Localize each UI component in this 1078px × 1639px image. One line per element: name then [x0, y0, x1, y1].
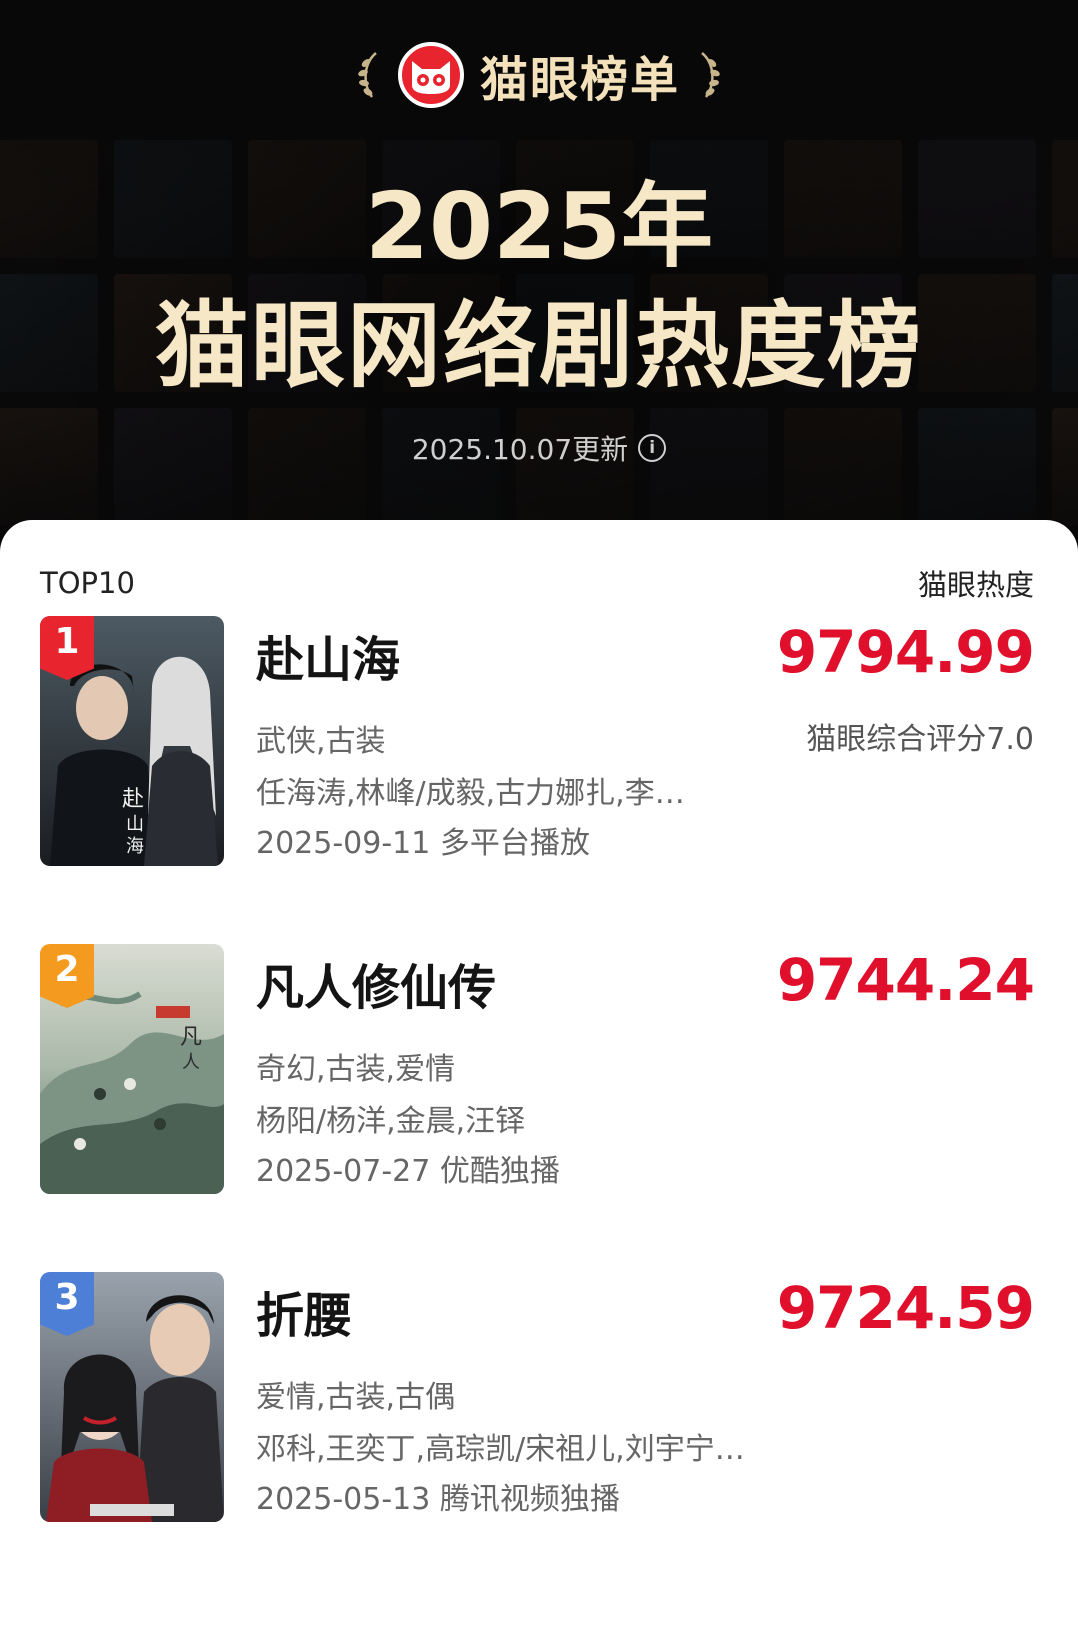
rank-badge: 1	[40, 616, 94, 680]
page-title: 猫眼网络剧热度榜	[154, 292, 923, 401]
drama-poster[interactable]: 凡 人 2	[40, 944, 224, 1194]
drama-title[interactable]: 折腰	[256, 1276, 352, 1346]
heat-score: 9744.24	[776, 946, 1035, 1014]
year-title: 2025年	[364, 173, 714, 280]
brand-name: 猫眼榜单	[479, 52, 680, 108]
brand-bar: 猫眼榜单	[0, 40, 1078, 110]
ranking-item[interactable]: 凡 人 2 凡人修仙传 9744.24 奇幻,古装,爱情 杨阳/杨洋,金晨,汪铎…	[40, 944, 1035, 1194]
svg-text:人: 人	[182, 1052, 200, 1073]
drama-cast: 杨阳/杨洋,金晨,汪铎	[256, 1104, 526, 1139]
rank-badge: 2	[40, 944, 94, 1008]
svg-text:海: 海	[126, 836, 144, 857]
drama-cast: 任海涛,林峰/成毅,古力娜扎,李…	[256, 776, 685, 811]
heat-score: 9724.59	[776, 1274, 1035, 1342]
svg-text:山: 山	[126, 814, 144, 835]
heat-column-label: 猫眼热度	[917, 568, 1034, 602]
heat-score: 9794.99	[776, 618, 1035, 686]
rating-score: 猫眼综合评分7.0	[806, 722, 1034, 757]
info-icon[interactable]: i	[638, 434, 667, 462]
top10-label: TOP10	[40, 566, 135, 600]
svg-text:赴: 赴	[122, 787, 144, 812]
drama-title[interactable]: 凡人修仙传	[256, 948, 496, 1018]
drama-genre: 爱情,古装,古偶	[256, 1380, 456, 1415]
drama-poster[interactable]: 3	[40, 1272, 224, 1522]
drama-poster[interactable]: 赴 山 海 1	[40, 616, 224, 866]
drama-title[interactable]: 赴山海	[256, 620, 400, 690]
drama-genre: 武侠,古装	[256, 724, 386, 759]
ranking-header: 猫眼榜单 2025年 猫眼网络剧热度榜 2025.10.07更新 i	[0, 0, 1078, 560]
laurel-right-icon	[696, 49, 722, 101]
ranking-item[interactable]: 赴 山 海 1 赴山海 9794.99 猫眼综合评分7.0 武侠,古装 任海涛,…	[40, 616, 1035, 866]
drama-cast: 邓科,王奕丁,高琮凯/宋祖儿,刘宇宁…	[256, 1432, 745, 1467]
list-header: TOP10 猫眼热度	[40, 562, 1034, 604]
release-info: 2025-07-27 优酷独播	[256, 1154, 560, 1189]
update-line: 2025.10.07更新 i	[0, 428, 1078, 468]
release-info: 2025-09-11 多平台播放	[256, 826, 590, 861]
maoyan-cat-logo-icon	[397, 42, 464, 108]
drama-genre: 奇幻,古装,爱情	[256, 1052, 456, 1087]
svg-text:凡: 凡	[180, 1025, 202, 1050]
release-info: 2025-05-13 腾讯视频独播	[256, 1482, 620, 1517]
rank-badge: 3	[40, 1272, 94, 1336]
update-time: 2025.10.07更新	[411, 433, 629, 466]
bottom-fade	[0, 1599, 1078, 1639]
ranking-list-card: TOP10 猫眼热度 赴 山 海 1 赴山海 9794.99 猫眼综合评分7.0…	[0, 520, 1078, 1639]
laurel-left-icon	[356, 49, 382, 101]
ranking-item[interactable]: 3 折腰 9724.59 爱情,古装,古偶 邓科,王奕丁,高琮凯/宋祖儿,刘宇宁…	[40, 1272, 1035, 1522]
